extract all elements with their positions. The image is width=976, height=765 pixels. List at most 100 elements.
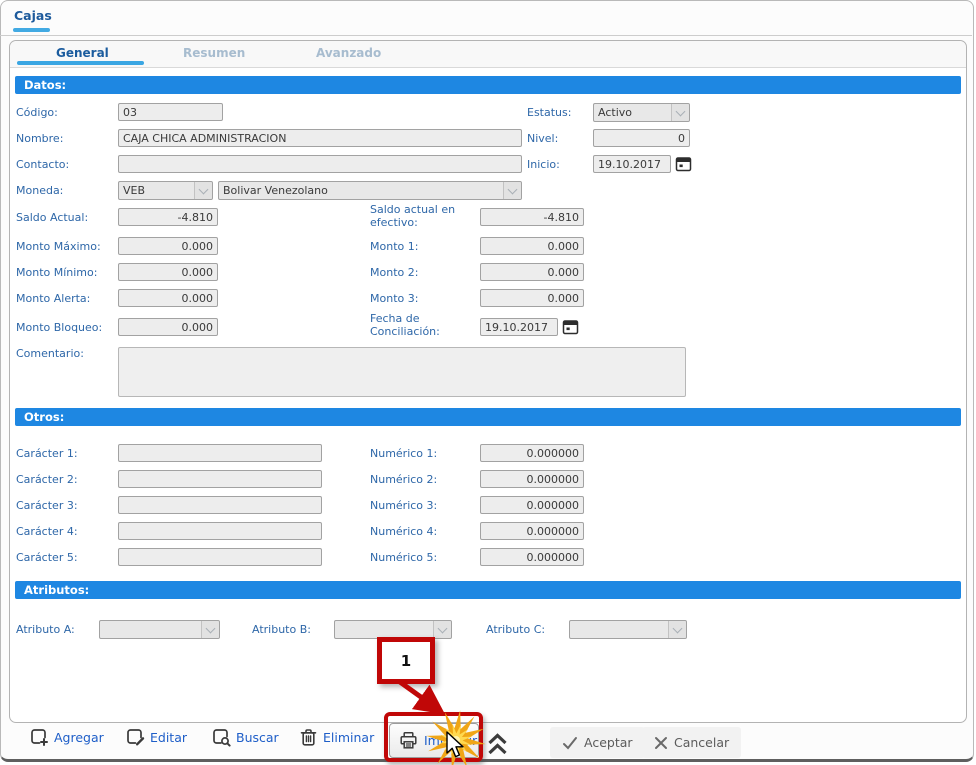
codigo-field[interactable]: 03 bbox=[118, 103, 223, 121]
numerico-2-label: Numérico 2: bbox=[370, 473, 437, 486]
buscar-button[interactable]: Buscar bbox=[212, 728, 279, 747]
caracter-5-label: Carácter 5: bbox=[16, 551, 78, 564]
numerico-4-label: Numérico 4: bbox=[370, 525, 437, 538]
cancelar-label: Cancelar bbox=[674, 735, 729, 750]
comentario-label: Comentario: bbox=[16, 347, 84, 360]
caracter-1-field[interactable] bbox=[118, 444, 322, 462]
nombre-label: Nombre: bbox=[16, 132, 63, 145]
codigo-label: Código: bbox=[16, 106, 58, 119]
section-header-otros: Otros: bbox=[15, 408, 961, 426]
search-document-icon bbox=[212, 728, 231, 747]
page-title[interactable]: Cajas bbox=[14, 8, 52, 23]
saldo-efectivo-label: Saldo actual en efectivo: bbox=[370, 203, 480, 229]
nivel-label: Nivel: bbox=[527, 132, 558, 145]
atributo-c-dropdown[interactable] bbox=[569, 620, 687, 639]
aceptar-label: Aceptar bbox=[584, 735, 633, 750]
monto-maximo-field[interactable]: 0.000 bbox=[118, 237, 218, 255]
monto-bloqueo-label: Monto Bloqueo: bbox=[16, 321, 102, 334]
editar-label: Editar bbox=[150, 730, 187, 745]
caracter-1-label: Carácter 1: bbox=[16, 447, 78, 460]
monto-2-label: Monto 2: bbox=[370, 266, 418, 279]
nombre-field[interactable]: CAJA CHICA ADMINISTRACION bbox=[118, 129, 522, 147]
tab-general[interactable]: General bbox=[56, 46, 109, 60]
atributo-a-dropdown[interactable] bbox=[99, 620, 220, 639]
monto-minimo-label: Monto Mínimo: bbox=[16, 266, 97, 279]
form-panel: General Resumen Avanzado Datos: Código: … bbox=[9, 40, 967, 723]
nivel-field[interactable]: 0 bbox=[593, 129, 690, 147]
callout-number: 1 bbox=[401, 652, 411, 670]
chevron-down-icon bbox=[199, 185, 209, 195]
atributo-a-label: Atributo A: bbox=[16, 623, 75, 636]
aceptar-button[interactable]: Aceptar bbox=[550, 727, 645, 758]
monto-1-label: Monto 1: bbox=[370, 240, 418, 253]
numerico-2-field[interactable]: 0.000000 bbox=[480, 470, 584, 488]
moneda-name-dropdown[interactable]: Bolivar Venezolano bbox=[218, 181, 522, 200]
monto-3-label: Monto 3: bbox=[370, 292, 418, 305]
trash-icon bbox=[299, 728, 318, 747]
caracter-3-label: Carácter 3: bbox=[16, 499, 78, 512]
add-document-icon bbox=[30, 728, 49, 747]
titlebar-divider bbox=[0, 35, 972, 36]
editar-button[interactable]: Editar bbox=[126, 728, 187, 747]
collapse-toolbar-button[interactable] bbox=[487, 732, 508, 757]
callout-arrow bbox=[384, 676, 464, 726]
monto-alerta-label: Monto Alerta: bbox=[16, 292, 90, 305]
numerico-4-field[interactable]: 0.000000 bbox=[480, 522, 584, 540]
chevron-down-icon bbox=[508, 185, 518, 195]
monto-bloqueo-field[interactable]: 0.000 bbox=[118, 318, 218, 336]
moneda-label: Moneda: bbox=[16, 184, 63, 197]
monto-2-field[interactable]: 0.000 bbox=[480, 263, 584, 281]
cancelar-button[interactable]: Cancelar bbox=[642, 727, 741, 758]
caracter-5-field[interactable] bbox=[118, 548, 322, 566]
mouse-cursor-icon bbox=[446, 731, 468, 761]
cajas-window: Cajas General Resumen Avanzado Datos: Có… bbox=[0, 0, 976, 765]
numerico-5-field[interactable]: 0.000000 bbox=[480, 548, 584, 566]
inicio-date-field[interactable]: 19.10.2017 bbox=[593, 155, 671, 173]
double-chevron-up-icon bbox=[487, 732, 508, 757]
fecha-conciliacion-label: Fecha de Conciliación: bbox=[370, 312, 480, 338]
eliminar-button[interactable]: Eliminar bbox=[299, 728, 374, 747]
chevron-down-icon bbox=[676, 107, 686, 117]
moneda-code-dropdown[interactable]: VEB bbox=[118, 181, 213, 200]
caracter-4-label: Carácter 4: bbox=[16, 525, 78, 538]
numerico-1-label: Numérico 1: bbox=[370, 447, 437, 460]
saldo-actual-label: Saldo Actual: bbox=[16, 211, 88, 224]
active-tab-underline bbox=[17, 61, 144, 65]
saldo-actual-field[interactable]: -4.810 bbox=[118, 208, 218, 226]
monto-alerta-field[interactable]: 0.000 bbox=[118, 289, 218, 307]
agregar-label: Agregar bbox=[54, 730, 104, 745]
numerico-3-label: Numérico 3: bbox=[370, 499, 437, 512]
atributo-c-label: Atributo C: bbox=[486, 623, 545, 636]
estatus-dropdown[interactable]: Activo bbox=[593, 103, 690, 122]
saldo-efectivo-field[interactable]: -4.810 bbox=[480, 208, 584, 226]
section-header-atributos: Atributos: bbox=[15, 581, 961, 599]
comentario-textarea[interactable] bbox=[118, 347, 686, 397]
atributo-b-label: Atributo B: bbox=[252, 623, 311, 636]
caracter-4-field[interactable] bbox=[118, 522, 322, 540]
monto-3-field[interactable]: 0.000 bbox=[480, 289, 584, 307]
chevron-down-icon bbox=[673, 624, 683, 634]
edit-document-icon bbox=[126, 728, 145, 747]
tab-resumen[interactable]: Resumen bbox=[183, 46, 245, 60]
inicio-label: Inicio: bbox=[527, 158, 560, 171]
caracter-2-field[interactable] bbox=[118, 470, 322, 488]
caracter-3-field[interactable] bbox=[118, 496, 322, 514]
tab-strip: General Resumen Avanzado bbox=[10, 41, 966, 68]
monto-1-field[interactable]: 0.000 bbox=[480, 237, 584, 255]
contacto-field[interactable] bbox=[118, 155, 522, 173]
monto-maximo-label: Monto Máximo: bbox=[16, 240, 101, 253]
fecha-conciliacion-date-field[interactable]: 19.10.2017 bbox=[480, 318, 558, 336]
calendar-icon[interactable] bbox=[562, 318, 579, 336]
buscar-label: Buscar bbox=[236, 730, 279, 745]
chevron-down-icon bbox=[206, 624, 216, 634]
agregar-button[interactable]: Agregar bbox=[30, 728, 104, 747]
calendar-icon[interactable] bbox=[675, 155, 692, 173]
monto-minimo-field[interactable]: 0.000 bbox=[118, 263, 218, 281]
page-title-underline bbox=[13, 28, 50, 32]
numerico-3-field[interactable]: 0.000000 bbox=[480, 496, 584, 514]
tab-avanzado[interactable]: Avanzado bbox=[316, 46, 381, 60]
numerico-5-label: Numérico 5: bbox=[370, 551, 437, 564]
x-icon bbox=[654, 736, 668, 750]
eliminar-label: Eliminar bbox=[323, 730, 374, 745]
numerico-1-field[interactable]: 0.000000 bbox=[480, 444, 584, 462]
